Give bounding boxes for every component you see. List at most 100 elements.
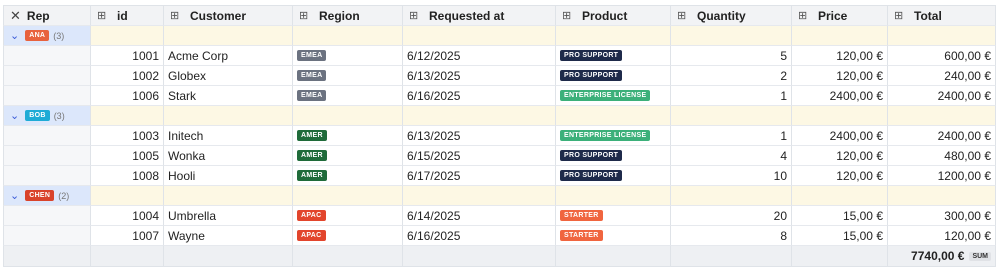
cell-requested-at[interactable]: 6/16/2025 [403, 86, 556, 106]
cell-customer[interactable]: Umbrella [164, 206, 293, 226]
cell-total[interactable]: 1200,00 € [888, 166, 996, 186]
cell-quantity[interactable]: 10 [671, 166, 792, 186]
cell-total[interactable]: 300,00 € [888, 206, 996, 226]
cell-region[interactable]: AMER [293, 166, 403, 186]
cell-quantity[interactable]: 2 [671, 66, 792, 86]
cell-id[interactable]: 1007 [91, 226, 164, 246]
cell-total[interactable]: 2400,00 € [888, 86, 996, 106]
cell-product[interactable]: STARTER [556, 206, 671, 226]
cell-price[interactable]: 2400,00 € [792, 126, 888, 146]
cell-total[interactable]: 600,00 € [888, 46, 996, 66]
group-toggle[interactable]: ⌄ BOB (3) [3, 106, 91, 126]
region-badge: AMER [297, 130, 327, 141]
group-cell [164, 186, 293, 206]
cell-price[interactable]: 120,00 € [792, 166, 888, 186]
cell-price[interactable]: 2400,00 € [792, 86, 888, 106]
cell-id[interactable]: 1001 [91, 46, 164, 66]
cell-customer[interactable]: Stark [164, 86, 293, 106]
relation-icon: ⊞ [299, 10, 309, 22]
cell-price[interactable]: 120,00 € [792, 46, 888, 66]
cell-product[interactable]: PRO SUPPORT [556, 146, 671, 166]
product-badge: PRO SUPPORT [560, 170, 623, 181]
cell-region[interactable]: AMER [293, 146, 403, 166]
cell-customer[interactable]: Initech [164, 126, 293, 146]
cell-region[interactable]: EMEA [293, 46, 403, 66]
group-toggle[interactable]: ⌄ ANA (3) [3, 26, 91, 46]
cell-requested-at[interactable]: 6/12/2025 [403, 46, 556, 66]
column-header-total[interactable]: ⊞ Total [888, 5, 996, 26]
cell-price[interactable]: 15,00 € [792, 206, 888, 226]
cell-quantity[interactable]: 5 [671, 46, 792, 66]
cell-region[interactable]: APAC [293, 206, 403, 226]
cell-id[interactable]: 1004 [91, 206, 164, 226]
cell-customer[interactable]: Wayne [164, 226, 293, 246]
cell-customer[interactable]: Hooli [164, 166, 293, 186]
chevron-down-icon[interactable]: ⌄ [10, 109, 19, 122]
region-badge: APAC [297, 210, 326, 221]
column-header-rep[interactable]: ✕ Rep [3, 5, 91, 26]
cell-total[interactable]: 480,00 € [888, 146, 996, 166]
cell-requested-at[interactable]: 6/17/2025 [403, 166, 556, 186]
cell-quantity[interactable]: 4 [671, 146, 792, 166]
cell-total[interactable]: 120,00 € [888, 226, 996, 246]
cell-id[interactable]: 1002 [91, 66, 164, 86]
cell-requested-at[interactable]: 6/15/2025 [403, 146, 556, 166]
group-cell [91, 186, 164, 206]
region-badge: EMEA [297, 70, 327, 81]
product-badge: STARTER [560, 210, 603, 221]
group-cell [671, 106, 792, 126]
cell-quantity[interactable]: 8 [671, 226, 792, 246]
cell-product[interactable]: ENTERPRISE LICENSE [556, 86, 671, 106]
cell-product[interactable]: ENTERPRISE LICENSE [556, 126, 671, 146]
cell-price[interactable]: 120,00 € [792, 146, 888, 166]
row-rep-cell [3, 126, 91, 146]
group-count: (2) [58, 190, 70, 201]
close-icon[interactable]: ✕ [10, 8, 21, 24]
cell-requested-at[interactable]: 6/14/2025 [403, 206, 556, 226]
cell-region[interactable]: APAC [293, 226, 403, 246]
column-header-price[interactable]: ⊞ Price [792, 5, 888, 26]
column-header-product[interactable]: ⊞ Product [556, 5, 671, 26]
cell-region[interactable]: AMER [293, 126, 403, 146]
cell-total[interactable]: 240,00 € [888, 66, 996, 86]
cell-product[interactable]: PRO SUPPORT [556, 166, 671, 186]
cell-requested-at[interactable]: 6/13/2025 [403, 126, 556, 146]
cell-total[interactable]: 2400,00 € [888, 126, 996, 146]
cell-product[interactable]: STARTER [556, 226, 671, 246]
cell-region[interactable]: EMEA [293, 66, 403, 86]
column-header-requested-at[interactable]: ⊞ Requested at [403, 5, 556, 26]
cell-price[interactable]: 120,00 € [792, 66, 888, 86]
column-label: Product [582, 8, 628, 23]
cell-quantity[interactable]: 1 [671, 126, 792, 146]
group-toggle[interactable]: ⌄ CHEN (2) [3, 186, 91, 206]
column-label: id [117, 8, 128, 23]
column-header-region[interactable]: ⊞ Region [293, 5, 403, 26]
cell-requested-at[interactable]: 6/16/2025 [403, 226, 556, 246]
cell-id[interactable]: 1003 [91, 126, 164, 146]
footer-total: 7740,00 € [911, 249, 965, 263]
cell-product[interactable]: PRO SUPPORT [556, 66, 671, 86]
cell-quantity[interactable]: 1 [671, 86, 792, 106]
cell-requested-at[interactable]: 6/13/2025 [403, 66, 556, 86]
footer-total-cell[interactable]: 7740,00 € SUM [888, 246, 996, 267]
column-header-customer[interactable]: ⊞ Customer [164, 5, 293, 26]
aggregate-badge[interactable]: SUM [969, 251, 991, 261]
cell-product[interactable]: PRO SUPPORT [556, 46, 671, 66]
column-header-quantity[interactable]: ⊞ Quantity [671, 5, 792, 26]
chevron-down-icon[interactable]: ⌄ [10, 29, 19, 42]
cell-id[interactable]: 1005 [91, 146, 164, 166]
cell-customer[interactable]: Acme Corp [164, 46, 293, 66]
group-cell [403, 186, 556, 206]
data-grid: ✕ Rep ⊞ id ⊞ Customer ⊞ Region ⊞ Requested at ⊞ Pro… [3, 5, 996, 267]
cell-region[interactable]: EMEA [293, 86, 403, 106]
column-label: Rep [26, 8, 50, 23]
chevron-down-icon[interactable]: ⌄ [10, 189, 19, 202]
cell-id[interactable]: 1006 [91, 86, 164, 106]
cell-id[interactable]: 1008 [91, 166, 164, 186]
cell-price[interactable]: 15,00 € [792, 226, 888, 246]
cell-customer[interactable]: Wonka [164, 146, 293, 166]
column-header-id[interactable]: ⊞ id [91, 5, 164, 26]
cell-customer[interactable]: Globex [164, 66, 293, 86]
cell-quantity[interactable]: 20 [671, 206, 792, 226]
group-count: (3) [53, 30, 65, 41]
